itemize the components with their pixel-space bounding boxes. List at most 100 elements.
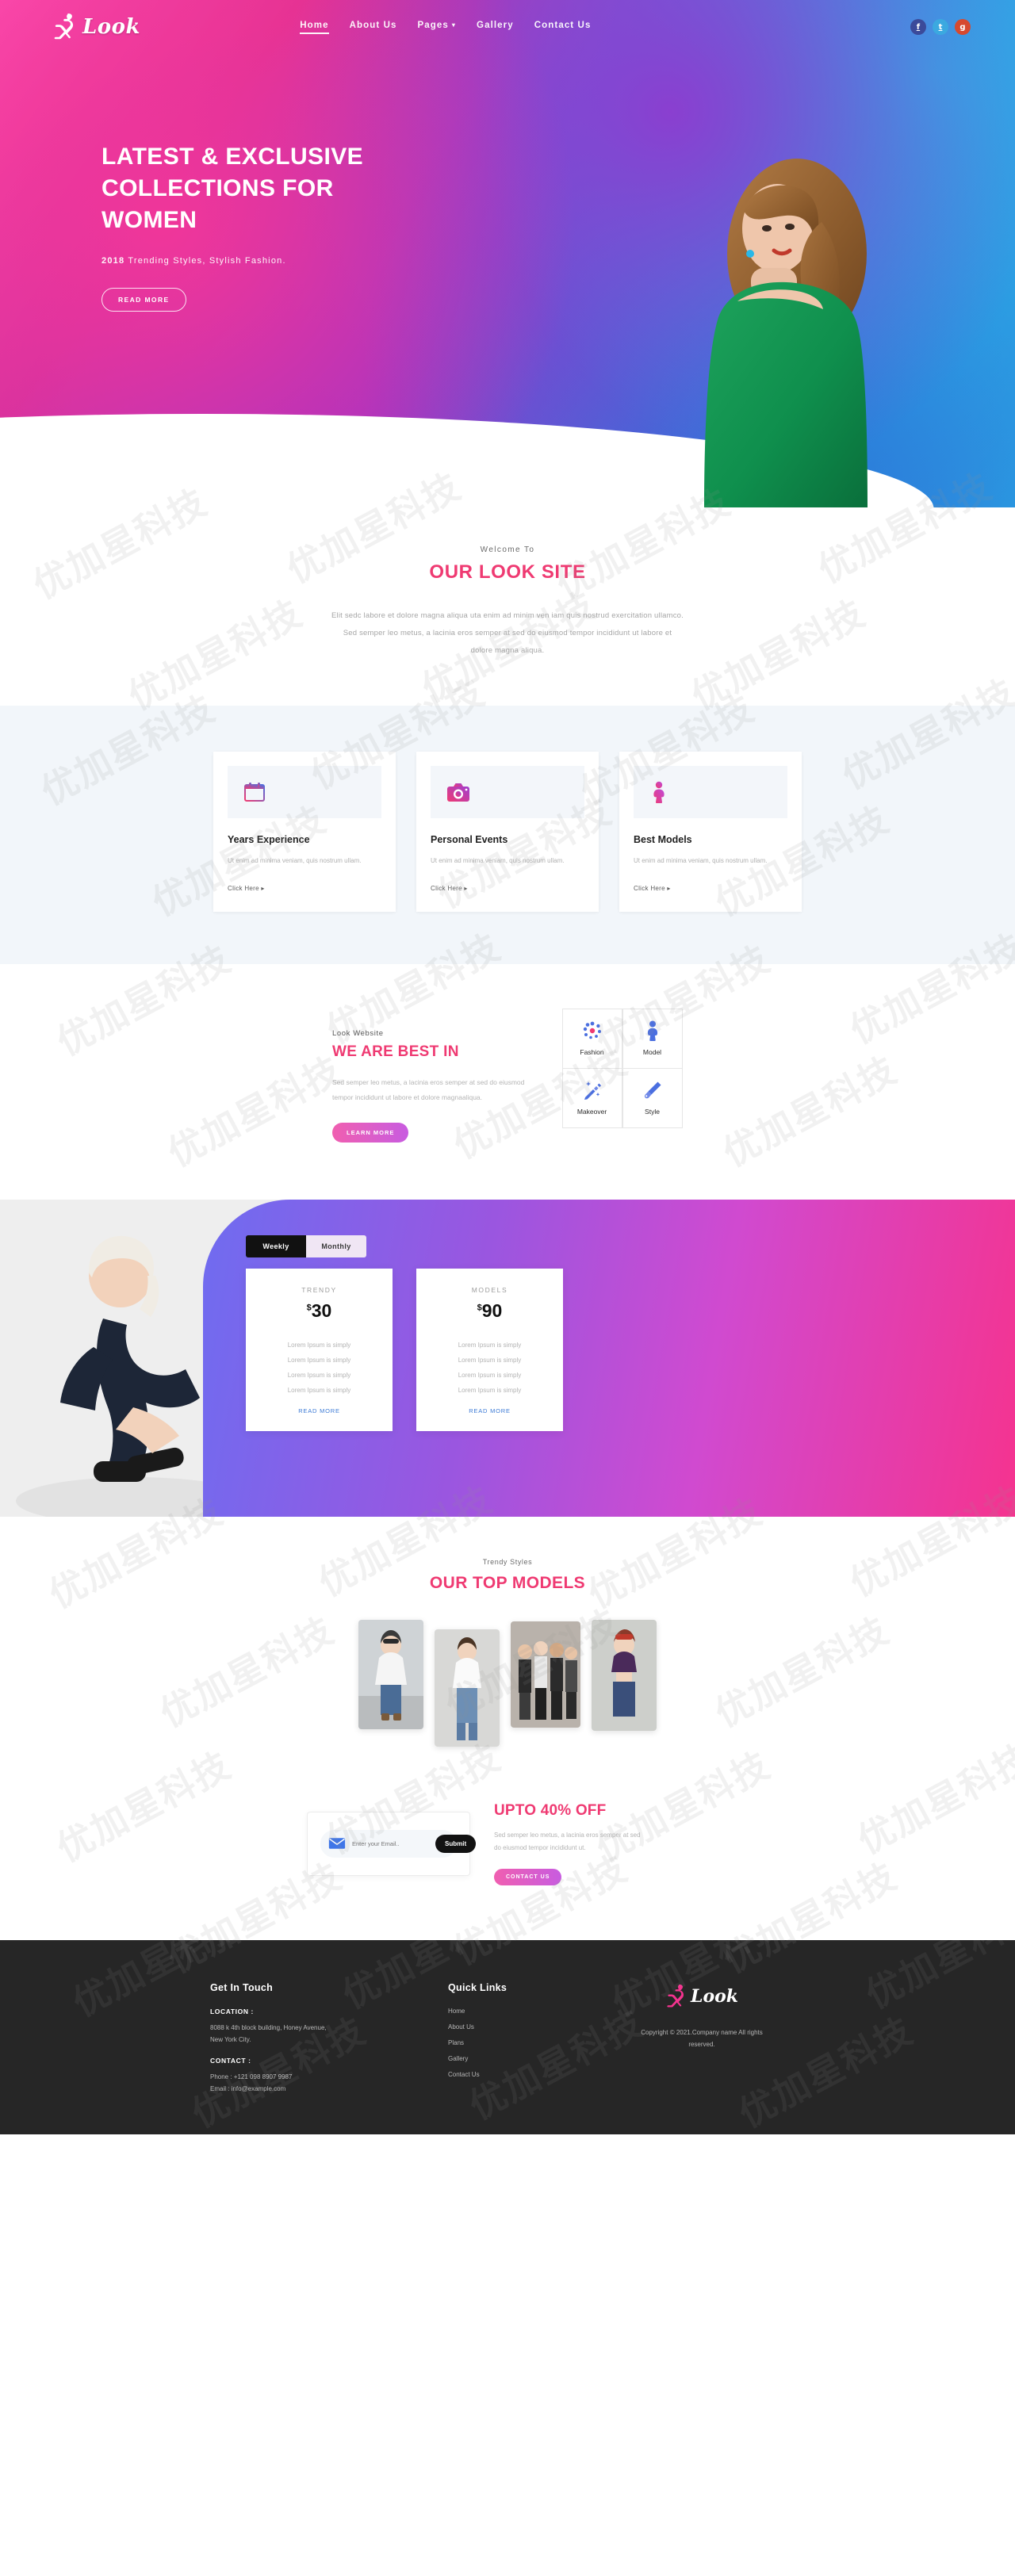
google-plus-icon[interactable]: g: [954, 19, 971, 35]
camera-icon: [447, 783, 469, 802]
welcome-paragraph: Elit sedc labore et dolore magna aliqua …: [230, 607, 785, 660]
pricing-price-value: 30: [311, 1299, 332, 1321]
hero-title: LATEST & EXCLUSIVE COLLECTIONS FOR WOMEN: [102, 141, 508, 237]
best-in-tile-grid: Fashion Model Makeover Style: [561, 1008, 683, 1128]
footer-contact-value: Phone : +121 098 8907 9987 Email : info@…: [210, 2071, 393, 2095]
top-models-eyebrow: Trendy Styles: [482, 1557, 533, 1566]
nav-item-pages[interactable]: Pages ▾: [418, 21, 457, 34]
pricing-feature: Lorem Ipsum is simply: [287, 1356, 351, 1364]
feature-card[interactable]: Years Experience Ut enim ad minima venia…: [213, 751, 396, 913]
pricing-read-more-link[interactable]: READ MORE: [298, 1407, 340, 1414]
best-in-tile-fashion[interactable]: Fashion: [561, 1008, 622, 1069]
woman-silhouette-icon: [54, 13, 74, 40]
footer-link-contact-us[interactable]: Contact Us: [448, 2071, 543, 2078]
feature-card-text: Ut enim ad minima veniam, quis nostrum u…: [228, 856, 362, 864]
nav-item-gallery[interactable]: Gallery: [477, 21, 514, 34]
pricing-plan-price: $90: [424, 1300, 555, 1322]
pricing-feature-list: Lorem Ipsum is simply Lorem Ipsum is sim…: [424, 1338, 555, 1398]
pricing-feature: Lorem Ipsum is simply: [287, 1371, 351, 1379]
style-icon: [644, 1081, 661, 1099]
hero-read-more-button[interactable]: READ MORE: [102, 287, 186, 312]
welcome-paragraph-line-3: dolore magna aliqua.: [470, 645, 545, 655]
model-photo-4[interactable]: [592, 1619, 657, 1731]
best-in-tile-model[interactable]: Model: [622, 1008, 683, 1069]
footer-link-gallery[interactable]: Gallery: [448, 2055, 543, 2062]
best-in-eyebrow: Look Website: [332, 1029, 384, 1039]
best-in-tile-label: Fashion: [580, 1048, 604, 1057]
woman-silhouette-icon: [667, 1984, 684, 2008]
footer-copyright-line-1: Copyright © 2021.Company name All rights: [641, 2028, 763, 2036]
hero-content: LATEST & EXCLUSIVE COLLECTIONS FOR WOMEN…: [0, 54, 508, 312]
feature-card-icon-box: [634, 765, 787, 818]
site-footer: 优加星科技 优加星科技 优加星科技 优加星科技 优加星科技 优加星科技 优加星科…: [0, 1889, 1015, 2136]
feature-card-text: Ut enim ad minima veniam, quis nostrum u…: [634, 856, 768, 864]
model-photo-3[interactable]: [511, 1621, 580, 1728]
footer-location-line-1: 8088 k 4th block building, Honey Avenue,: [210, 2023, 327, 2031]
offer-content: UPTO 40% OFF Sed semper leo metus, a lac…: [494, 1802, 708, 1885]
footer-location-line-2: New York City.: [210, 2035, 251, 2043]
model-icon: [647, 1020, 657, 1042]
pricing-plan-name: MODELS: [471, 1285, 508, 1294]
feature-card-icon-box: [431, 765, 584, 818]
pricing-read-more-link[interactable]: READ MORE: [469, 1407, 511, 1414]
twitter-icon[interactable]: t: [932, 19, 948, 35]
footer-link-plans[interactable]: Plans: [448, 2039, 543, 2046]
social-links: f t g: [910, 19, 971, 35]
footer-link-about-us[interactable]: About Us: [448, 2023, 543, 2031]
best-in-tile-style[interactable]: Style: [622, 1067, 683, 1128]
welcome-paragraph-line-2: Sed semper leo metus, a lacinia eros sem…: [343, 628, 672, 637]
newsletter-email-input[interactable]: [352, 1839, 429, 1847]
newsletter-section: 优加星科技 优加星科技 优加星科技 优加星科技 优加星科技 优加星科技 优加星科…: [0, 1735, 1015, 1981]
chevron-down-icon: ▾: [451, 21, 457, 29]
footer-copyright-line-2: reserved.: [688, 2040, 715, 2048]
model-photo-1[interactable]: [358, 1619, 423, 1729]
offer-text-line-2: do eiusmod tempor incididunt ut.: [494, 1843, 586, 1851]
top-models-section: 优加星科技 优加星科技 优加星科技 优加星科技 优加星科技 优加星科技 优加星科…: [0, 1477, 1015, 1794]
feature-card[interactable]: Best Models Ut enim ad minima veniam, qu…: [619, 751, 802, 913]
pricing-section: Weekly Monthly TRENDY $30 Lorem Ipsum is…: [0, 1191, 1015, 1517]
footer-location-label: LOCATION :: [210, 2007, 254, 2015]
facebook-icon[interactable]: f: [910, 19, 926, 35]
newsletter-submit-button[interactable]: Submit: [435, 1834, 477, 1853]
footer-logo[interactable]: Look: [599, 1982, 805, 2011]
top-navbar: Look Home About Us Pages ▾ Gallery Contac…: [0, 0, 1015, 54]
offer-title: UPTO 40% OFF: [494, 1801, 607, 1819]
pricing-plan-list: TRENDY $30 Lorem Ipsum is simply Lorem I…: [246, 1268, 563, 1431]
model-photo-2[interactable]: [435, 1629, 500, 1747]
feature-card-link[interactable]: Click Here ▸: [228, 885, 265, 892]
footer-get-in-touch: Get In Touch LOCATION : 8088 k 4th block…: [210, 1982, 393, 2107]
feature-card-text: Ut enim ad minima veniam, quis nostrum u…: [431, 856, 565, 864]
pricing-plan-name: TRENDY: [301, 1285, 337, 1294]
footer-link-home[interactable]: Home: [448, 2008, 543, 2015]
footer-quick-links: Quick Links Home About Us Plans Gallery …: [448, 1982, 543, 2107]
main-navigation: Home About Us Pages ▾ Gallery Contact Us: [300, 21, 591, 34]
feature-card-title: Years Experience: [228, 833, 310, 845]
site-logo[interactable]: Look: [52, 12, 140, 42]
nav-item-home[interactable]: Home: [300, 21, 329, 34]
footer-copyright: Copyright © 2021.Company name All rights…: [599, 2027, 805, 2050]
best-in-tile-makeover[interactable]: Makeover: [561, 1067, 622, 1128]
feature-card[interactable]: Personal Events Ut enim ad minima veniam…: [416, 751, 599, 913]
newsletter-form-card: Submit: [307, 1811, 477, 1876]
hero-title-line-2: COLLECTIONS FOR: [102, 175, 334, 202]
feature-card-list: Years Experience Ut enim ad minima venia…: [0, 751, 1015, 913]
nav-item-contact-us[interactable]: Contact Us: [534, 21, 592, 34]
best-in-learn-more-button[interactable]: LEARN MORE: [332, 1122, 409, 1143]
hero-model-image: [704, 159, 868, 507]
feature-card-title: Best Models: [634, 833, 692, 845]
pricing-plan-price: $30: [254, 1300, 385, 1322]
feature-card-icon-box: [228, 765, 381, 818]
hero-subtitle-text: Trending Styles, Stylish Fashion.: [128, 255, 286, 266]
feature-card-link[interactable]: Click Here ▸: [431, 885, 468, 892]
nav-item-about-us[interactable]: About Us: [350, 21, 397, 34]
footer-logo-text: Look: [690, 1985, 739, 2007]
hero-section: Look Home About Us Pages ▾ Gallery Contac…: [0, 0, 1015, 507]
fashion-icon: [583, 1021, 601, 1039]
offer-contact-us-button[interactable]: CONTACT US: [494, 1868, 562, 1885]
feature-card-title: Personal Events: [431, 833, 508, 845]
pricing-tab-monthly[interactable]: Monthly: [306, 1234, 366, 1257]
pricing-feature-list: Lorem Ipsum is simply Lorem Ipsum is sim…: [254, 1338, 385, 1398]
pricing-tab-weekly[interactable]: Weekly: [246, 1234, 306, 1257]
best-in-tile-label: Style: [645, 1108, 660, 1116]
feature-card-link[interactable]: Click Here ▸: [634, 885, 671, 892]
